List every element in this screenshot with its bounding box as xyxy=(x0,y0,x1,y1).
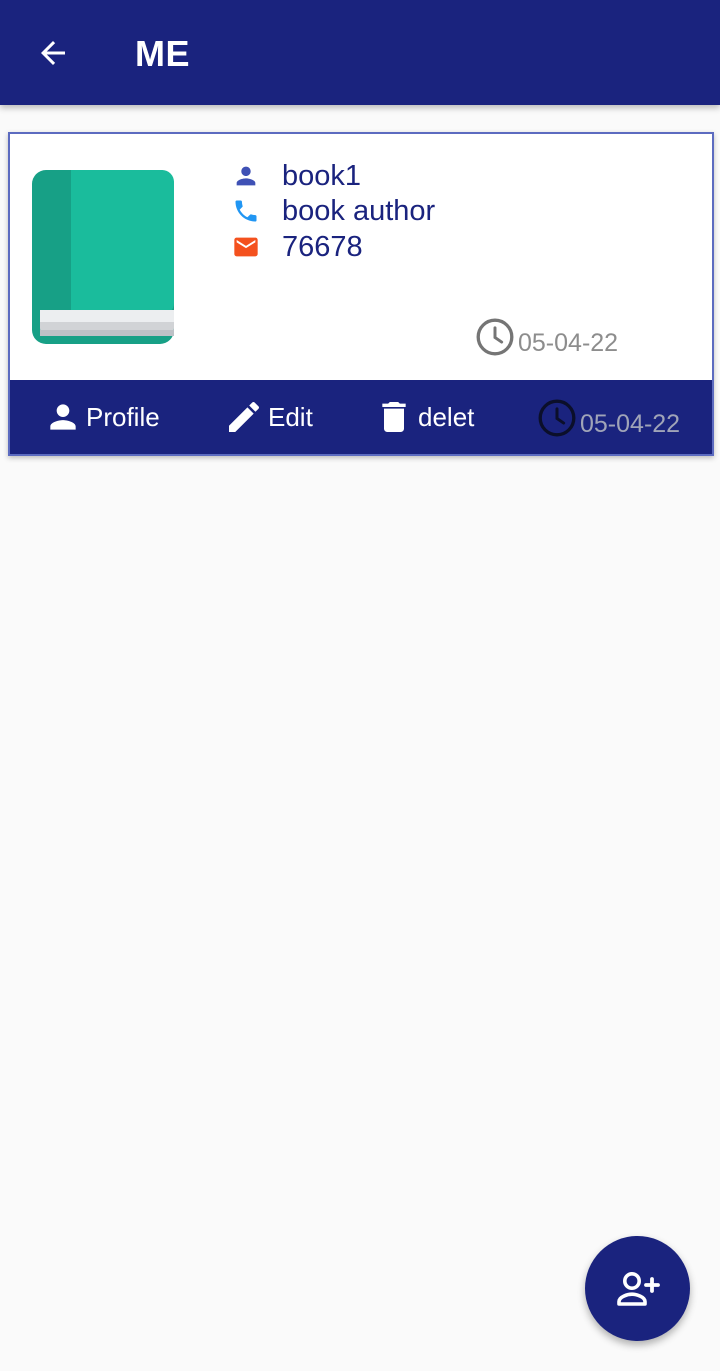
person-icon xyxy=(50,404,76,430)
pencil-icon xyxy=(229,401,260,432)
app-bar: ME xyxy=(0,0,720,105)
phone-icon xyxy=(232,197,260,225)
clock-icon xyxy=(476,318,514,356)
edit-label: Edit xyxy=(268,401,313,432)
person-icon xyxy=(232,162,260,190)
delete-label: delet xyxy=(418,401,475,432)
book-author: book author xyxy=(282,195,436,227)
action-bar-date-text: 05-04-22 xyxy=(580,410,681,438)
back-button[interactable] xyxy=(28,28,78,78)
edit-button[interactable]: Edit xyxy=(224,380,313,454)
email-icon xyxy=(232,233,260,261)
book-number: 76678 xyxy=(282,231,363,263)
profile-label: Profile xyxy=(86,401,160,432)
book-author-row: book author xyxy=(232,193,435,229)
book-number-row: 76678 xyxy=(232,229,363,265)
trash-icon xyxy=(382,402,406,432)
clock-icon xyxy=(538,399,576,436)
card-date: 05-04-22 xyxy=(474,316,618,358)
card-date-text: 05-04-22 xyxy=(518,328,619,357)
delete-button[interactable]: delet xyxy=(374,380,474,454)
profile-button[interactable]: Profile xyxy=(44,380,160,454)
arrow-back-icon xyxy=(41,41,65,65)
book-icon xyxy=(32,170,174,344)
book-name: book1 xyxy=(282,160,362,192)
page-title: ME xyxy=(135,33,190,74)
book-name-row: book1 xyxy=(232,158,361,194)
action-bar-date: 05-04-22 xyxy=(536,396,680,439)
add-person-button[interactable] xyxy=(585,1236,690,1341)
card-action-bar: Profile Edit delet 05-04-22 xyxy=(10,380,712,454)
person-add-icon xyxy=(616,1271,660,1306)
book-card[interactable]: book1 book author 76678 05-04-22 Profile… xyxy=(8,132,714,456)
